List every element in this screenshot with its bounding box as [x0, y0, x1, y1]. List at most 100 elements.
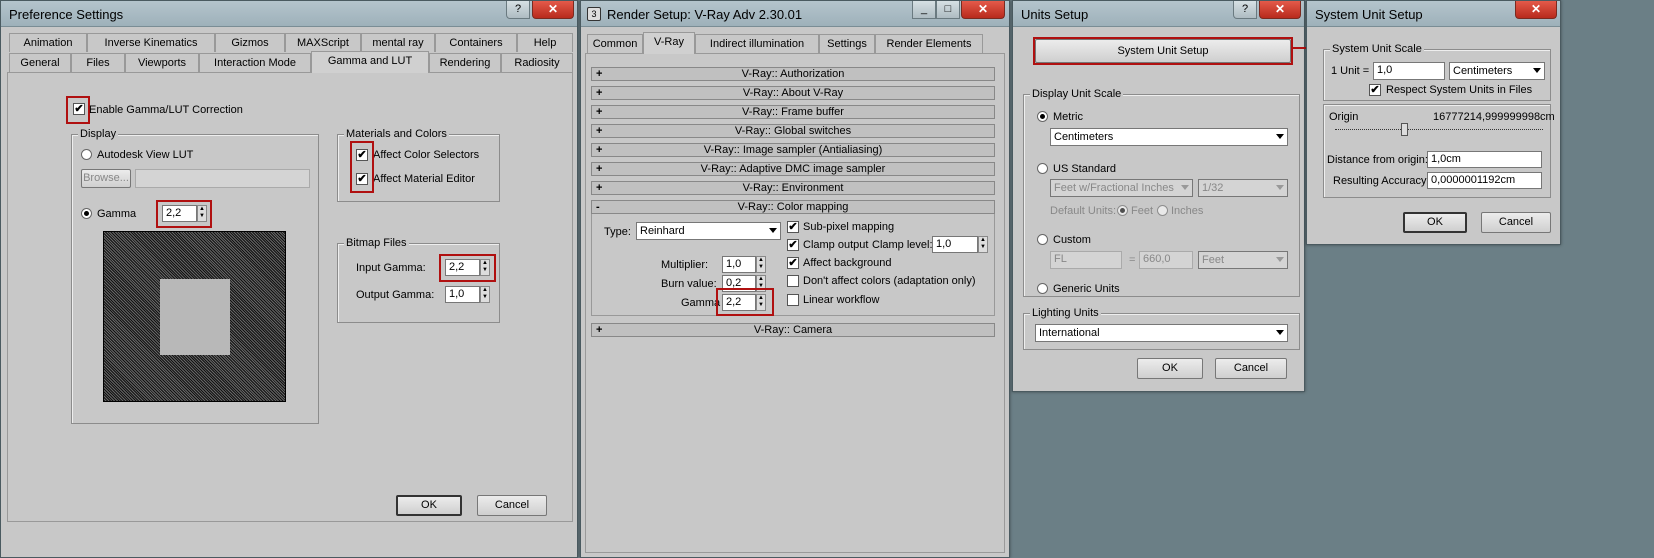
rollout-about-vray[interactable]: + V-Ray:: About V-Ray [591, 86, 995, 100]
tab-settings[interactable]: Settings [819, 34, 875, 53]
ok-button[interactable]: OK [1403, 212, 1467, 233]
dont-affect-colors-checkbox[interactable] [787, 275, 799, 287]
custom-unit-select[interactable]: Feet [1198, 251, 1288, 269]
title-bar[interactable]: Preference Settings [1, 1, 577, 27]
help-icon[interactable]: ? [1233, 1, 1257, 19]
type-select[interactable]: Reinhard [636, 222, 781, 240]
tab-help[interactable]: Help [517, 33, 573, 52]
tab-vray[interactable]: V-Ray [643, 32, 695, 54]
browse-button[interactable]: Browse... [81, 169, 131, 188]
output-gamma-label: Output Gamma: [356, 289, 435, 301]
feet-label: Feet [1131, 205, 1154, 217]
distance-input[interactable]: 1,0cm [1427, 151, 1542, 168]
clamp-output-checkbox[interactable]: ✔ [787, 239, 799, 251]
rollout-camera[interactable]: + V-Ray:: Camera [591, 323, 995, 337]
unit-value-input[interactable]: 1,0 [1373, 62, 1445, 80]
respect-system-units-label: Respect System Units in Files [1386, 84, 1533, 96]
close-icon[interactable]: ✕ [1259, 1, 1301, 19]
subpixel-checkbox[interactable]: ✔ [787, 221, 799, 233]
ok-button[interactable]: OK [396, 495, 462, 516]
gamma-label: Gamma [97, 208, 137, 220]
input-gamma-label: Input Gamma: [356, 262, 426, 274]
tab-render-elements[interactable]: Render Elements [875, 34, 983, 53]
units-setup-window: Units Setup ? ✕ System Unit Setup Displa… [1012, 0, 1305, 392]
us-fraction-select[interactable]: 1/32 [1198, 179, 1288, 197]
generic-units-radio[interactable] [1037, 283, 1048, 294]
bitmap-files-label: Bitmap Files [344, 237, 409, 249]
tab-general[interactable]: General [9, 53, 71, 72]
close-icon[interactable]: ✕ [1515, 1, 1557, 19]
tab-radiosity[interactable]: Radiosity [501, 53, 573, 72]
minimize-icon[interactable]: _ [912, 1, 936, 19]
rollout-environment[interactable]: + V-Ray:: Environment [591, 181, 995, 195]
metric-label: Metric [1053, 111, 1083, 123]
linear-workflow-checkbox[interactable] [787, 294, 799, 306]
multiplier-spinner[interactable]: ▲ ▼ [756, 256, 766, 273]
clamp-level-input[interactable]: 1,0 [932, 236, 978, 253]
tab-maxscript[interactable]: MAXScript [285, 33, 361, 52]
tab-mental-ray[interactable]: mental ray [361, 33, 435, 52]
rollout-adaptive-dmc[interactable]: + V-Ray:: Adaptive DMC image sampler [591, 162, 995, 176]
tab-inverse-kinematics[interactable]: Inverse Kinematics [87, 33, 215, 52]
rollout-global-switches[interactable]: + V-Ray:: Global switches [591, 124, 995, 138]
lighting-units-select[interactable]: International [1035, 324, 1288, 342]
tab-indirect-illumination[interactable]: Indirect illumination [695, 34, 819, 53]
multiplier-input[interactable]: 1,0 [722, 256, 756, 273]
feet-radio[interactable] [1117, 205, 1128, 216]
window-title: System Unit Setup [1315, 7, 1423, 22]
us-standard-select[interactable]: Feet w/Fractional Inches [1050, 179, 1193, 197]
tab-common[interactable]: Common [587, 34, 643, 53]
maximize-icon[interactable]: □ [936, 1, 960, 19]
clamp-level-spinner[interactable]: ▲ ▼ [978, 236, 988, 253]
cm-gamma-label: Gamma [681, 297, 721, 309]
cancel-button[interactable]: Cancel [477, 495, 547, 516]
tab-viewports[interactable]: Viewports [125, 53, 199, 72]
affect-color-selectors-label: Affect Color Selectors [373, 149, 480, 161]
gamma-test-center [160, 279, 230, 355]
generic-units-label: Generic Units [1053, 283, 1120, 295]
gamma-radio[interactable] [81, 208, 92, 219]
rollout-frame-buffer[interactable]: + V-Ray:: Frame buffer [591, 105, 995, 119]
tab-rendering[interactable]: Rendering [429, 53, 501, 72]
output-gamma-spinner[interactable]: ▲ ▼ [480, 286, 490, 303]
dont-affect-colors-label: Don't affect colors (adaptation only) [803, 275, 976, 287]
tab-gizmos[interactable]: Gizmos [215, 33, 285, 52]
custom-value-input[interactable]: 660,0 [1139, 251, 1193, 269]
cancel-button[interactable]: Cancel [1481, 212, 1551, 233]
origin-value: 16777214,999999998cm [1433, 111, 1555, 123]
ok-button[interactable]: OK [1137, 358, 1203, 379]
accuracy-input[interactable]: 0,0000001192cm [1427, 172, 1542, 189]
metric-select[interactable]: Centimeters [1050, 128, 1288, 146]
autodesk-lut-radio[interactable] [81, 149, 92, 160]
window-title: Preference Settings [9, 7, 124, 22]
close-icon[interactable]: ✕ [961, 1, 1005, 19]
close-icon[interactable]: ✕ [532, 1, 574, 19]
us-standard-label: US Standard [1053, 163, 1116, 175]
help-icon[interactable]: ? [506, 1, 530, 19]
tab-gamma-and-lut[interactable]: Gamma and LUT [311, 51, 429, 73]
tab-containers[interactable]: Containers [435, 33, 517, 52]
custom-name-input[interactable]: FL [1050, 251, 1122, 269]
unit-select[interactable]: Centimeters [1449, 62, 1545, 80]
metric-radio[interactable] [1037, 111, 1048, 122]
rollout-authorization[interactable]: + V-Ray:: Authorization [591, 67, 995, 81]
us-standard-radio[interactable] [1037, 163, 1048, 174]
origin-slider-handle[interactable] [1401, 123, 1408, 136]
subpixel-label: Sub-pixel mapping [803, 221, 895, 233]
lut-path-field[interactable] [135, 169, 310, 188]
cancel-button[interactable]: Cancel [1215, 358, 1287, 379]
tab-files[interactable]: Files [71, 53, 125, 72]
preference-settings-window: Preference Settings ? ✕ Animation Invers… [0, 0, 578, 558]
output-gamma-input[interactable]: 1,0 [445, 286, 480, 303]
rollout-color-mapping[interactable]: - V-Ray:: Color mapping [591, 200, 995, 214]
tab-interaction-mode[interactable]: Interaction Mode [199, 53, 311, 72]
custom-radio[interactable] [1037, 234, 1048, 245]
default-units-label: Default Units: [1050, 205, 1117, 217]
rollout-image-sampler[interactable]: + V-Ray:: Image sampler (Antialiasing) [591, 143, 995, 157]
highlight-box [1033, 37, 1293, 65]
tab-animation[interactable]: Animation [9, 33, 87, 52]
origin-slider-track[interactable] [1335, 129, 1543, 131]
inches-radio[interactable] [1157, 205, 1168, 216]
affect-background-checkbox[interactable]: ✔ [787, 257, 799, 269]
respect-system-units-checkbox[interactable]: ✔ [1369, 84, 1381, 96]
